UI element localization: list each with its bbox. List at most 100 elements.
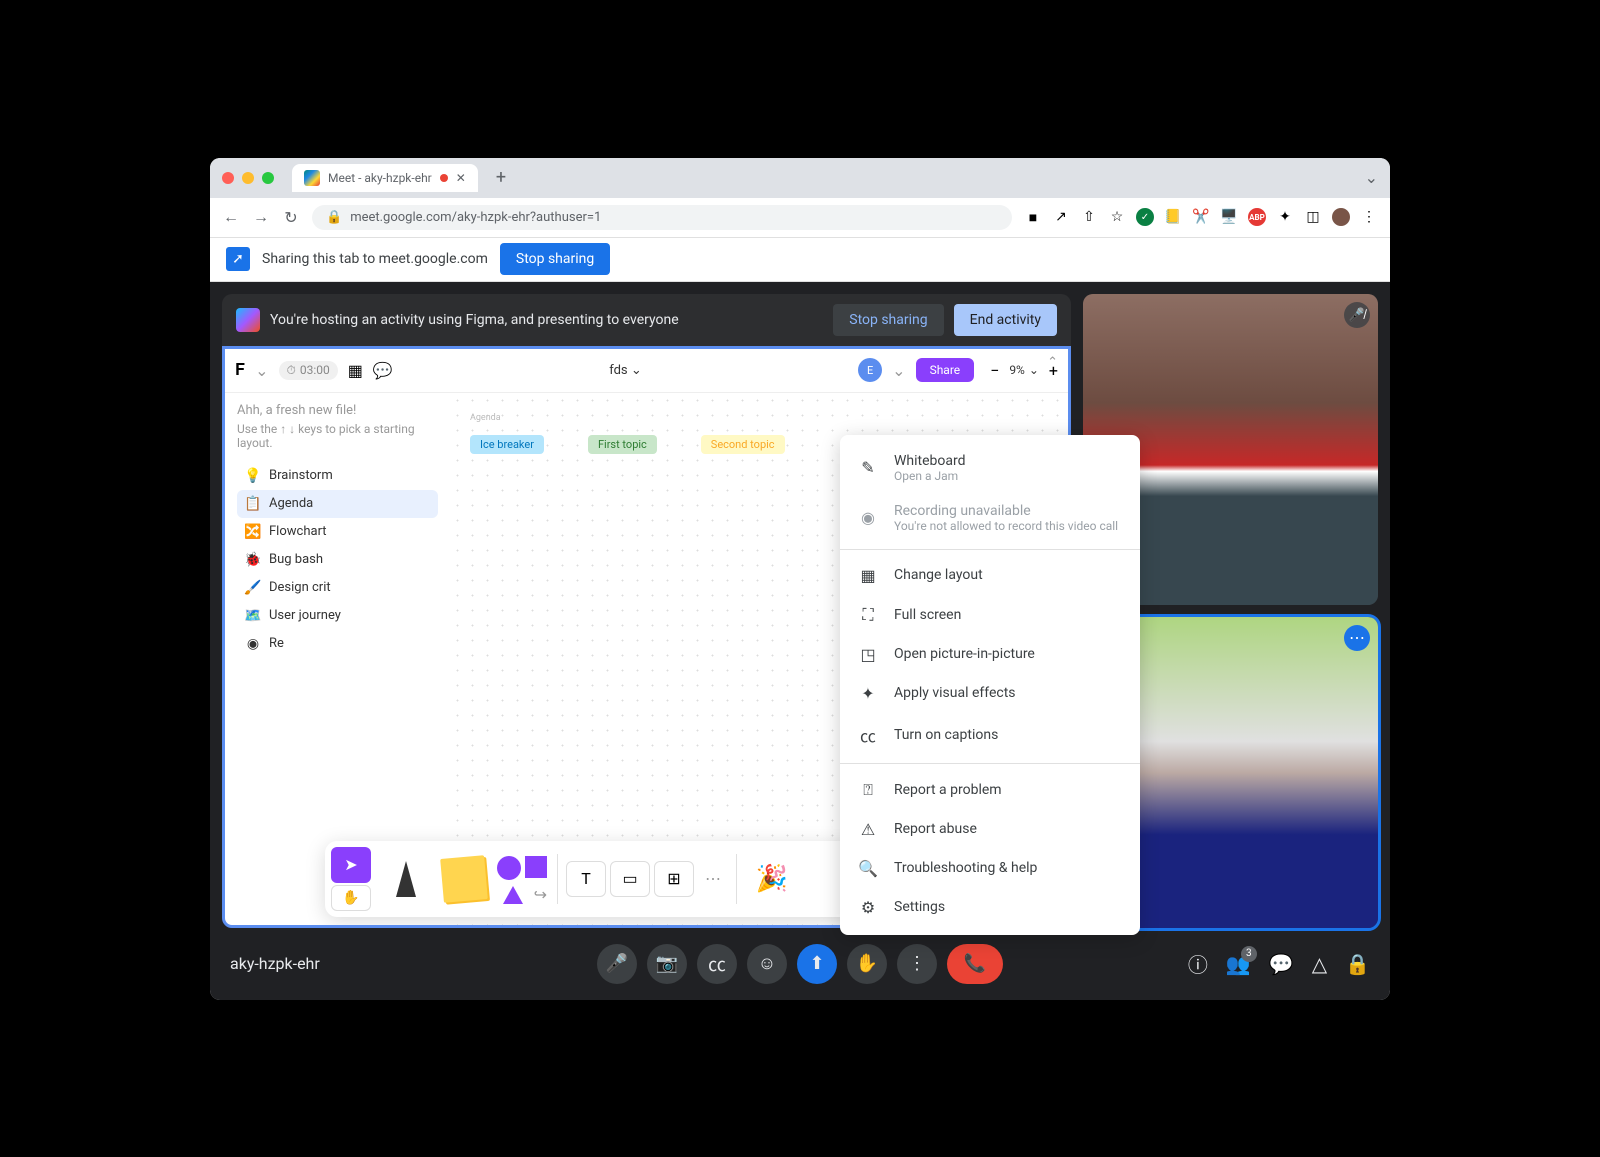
template-flowchart[interactable]: 🔀Flowchart	[237, 518, 438, 546]
bookmark-icon[interactable]: ☆	[1108, 208, 1126, 226]
maximize-window[interactable]	[262, 172, 274, 184]
zoom-level[interactable]: 9% ⌄	[1009, 363, 1039, 377]
minimize-window[interactable]	[242, 172, 254, 184]
sidepanel-icon[interactable]: ◫	[1304, 208, 1322, 226]
figma-menu-chevron-icon[interactable]: ⌄	[255, 361, 268, 380]
sticky-tool[interactable]	[437, 847, 491, 911]
more-tools[interactable]: ⋯	[698, 847, 728, 911]
new-tab-icon[interactable]: +	[496, 167, 506, 188]
host-controls-button[interactable]: 🔒	[1345, 952, 1370, 976]
forward-icon[interactable]: →	[252, 208, 270, 226]
ext-notes-icon[interactable]: 📒	[1164, 208, 1182, 226]
stamp-tool[interactable]: 🎉	[745, 847, 799, 911]
chrome-menu-icon[interactable]: ⋮	[1360, 208, 1378, 226]
address-bar: ← → ↻ 🔒 meet.google.com/aky-hzpk-ehr?aut…	[210, 198, 1390, 238]
chip-icebreaker[interactable]: Ice breaker	[470, 435, 544, 454]
open-external-icon[interactable]: ↗	[1052, 208, 1070, 226]
user-avatar[interactable]: E	[858, 358, 882, 382]
bug-icon: 🐞	[245, 552, 261, 568]
figma-share-button[interactable]: Share	[916, 358, 975, 382]
menu-report-abuse[interactable]: ⚠Report abuse	[840, 810, 1140, 849]
menu-captions[interactable]: ㏄Turn on captions	[840, 713, 1140, 757]
tile-more-icon[interactable]: ⋯	[1344, 625, 1370, 651]
chip-second-topic[interactable]: Second topic	[701, 435, 785, 454]
pencil-icon: ✎	[858, 458, 878, 477]
captions-button[interactable]: ㏄	[697, 944, 737, 984]
pencil-tool[interactable]	[379, 847, 433, 911]
browser-tab[interactable]: Meet - aky-hzpk-ehr ✕	[292, 164, 478, 192]
chat-button[interactable]: 💬	[1269, 952, 1294, 976]
select-tool[interactable]: ➤ ✋	[331, 847, 375, 911]
emoji-button[interactable]: ☺	[747, 944, 787, 984]
stop-sharing-button[interactable]: Stop sharing	[500, 243, 610, 275]
url-field[interactable]: 🔒 meet.google.com/aky-hzpk-ehr?authuser=…	[312, 205, 1012, 230]
map-icon: 🗺️	[245, 608, 261, 624]
table-tool[interactable]: ⊞	[654, 861, 694, 897]
figma-logo-icon[interactable]: 𝐅	[235, 360, 245, 380]
chip-first-topic[interactable]: First topic	[588, 435, 657, 454]
url-text: meet.google.com/aky-hzpk-ehr?authuser=1	[350, 210, 601, 225]
ext-monitor-icon[interactable]: 🖥️	[1220, 208, 1238, 226]
leave-call-button[interactable]: 📞	[947, 944, 1003, 984]
bottom-bar: aky-hzpk-ehr 🎤 📷 ㏄ ☺ ⬆ ✋ ⋮ 📞 ⓘ 👥3 💬 △ 🔒	[210, 928, 1390, 1000]
extensions-icon[interactable]: ✦	[1276, 208, 1294, 226]
section-tool[interactable]: ▭	[610, 861, 650, 897]
menu-settings[interactable]: ⚙Settings	[840, 888, 1140, 927]
template-agenda[interactable]: 📋Agenda	[237, 490, 438, 518]
text-tool[interactable]: T	[566, 861, 606, 897]
close-window[interactable]	[222, 172, 234, 184]
file-name[interactable]: fds ⌄	[403, 363, 848, 378]
activities-button[interactable]: △	[1312, 952, 1327, 976]
menu-report-problem[interactable]: ⍰Report a problem	[840, 770, 1140, 810]
right-controls: ⓘ 👥3 💬 △ 🔒	[1003, 949, 1370, 978]
bulb-icon: 💡	[245, 468, 261, 484]
warning-icon: ⚠	[858, 820, 878, 839]
screen-share-icon: ➚	[226, 247, 250, 271]
template-brainstorm[interactable]: 💡Brainstorm	[237, 462, 438, 490]
menu-troubleshooting[interactable]: 🔍Troubleshooting & help	[840, 849, 1140, 888]
ext-green-icon[interactable]: ✓	[1136, 208, 1154, 226]
tabs-dropdown-icon[interactable]: ⌄	[1365, 168, 1378, 187]
avatar-chevron-icon[interactable]: ⌄	[892, 361, 905, 380]
ext-abp-icon[interactable]: ABP	[1248, 208, 1266, 226]
stage: You're hosting an activity using Figma, …	[210, 282, 1390, 928]
camera-icon[interactable]: ■	[1024, 208, 1042, 226]
sidebar-heading: Ahh, a fresh new file!	[237, 403, 438, 418]
shape-tool[interactable]: ↪	[495, 847, 549, 911]
present-button[interactable]: ⬆	[797, 944, 837, 984]
muted-icon: 🎤̸	[1344, 302, 1370, 328]
more-options-button[interactable]: ⋮	[897, 944, 937, 984]
menu-whiteboard[interactable]: ✎ WhiteboardOpen a Jam	[840, 443, 1140, 493]
template-designcrit[interactable]: 🖌️Design crit	[237, 574, 438, 602]
record-icon: ◉	[245, 636, 261, 652]
menu-visual-effects[interactable]: ✦Apply visual effects	[840, 674, 1140, 713]
figma-icon	[236, 308, 260, 332]
info-button[interactable]: ⓘ	[1188, 949, 1208, 978]
template-re[interactable]: ◉Re	[237, 630, 438, 658]
collapse-icon[interactable]: ⌃	[1047, 355, 1058, 370]
template-bugbash[interactable]: 🐞Bug bash	[237, 546, 438, 574]
layout-icon[interactable]: ▦	[348, 361, 363, 380]
share-icon[interactable]: ⇧	[1080, 208, 1098, 226]
profile-avatar[interactable]	[1332, 208, 1350, 226]
camera-button[interactable]: 📷	[647, 944, 687, 984]
close-tab-icon[interactable]: ✕	[456, 171, 466, 185]
pencil-icon	[396, 861, 416, 897]
comment-icon[interactable]: 💬	[373, 361, 393, 380]
zoom-out-icon[interactable]: −	[990, 361, 999, 380]
people-button[interactable]: 👥3	[1226, 952, 1251, 976]
template-userjourney[interactable]: 🗺️User journey	[237, 602, 438, 630]
menu-change-layout[interactable]: ▦Change layout	[840, 556, 1140, 595]
menu-fullscreen[interactable]: ⛶Full screen	[840, 595, 1140, 635]
timer[interactable]: ⏱03:00	[279, 361, 338, 380]
ext-scissors-icon[interactable]: ✂️	[1192, 208, 1210, 226]
mic-button[interactable]: 🎤	[597, 944, 637, 984]
tab-sharing-bar: ➚ Sharing this tab to meet.google.com St…	[210, 238, 1390, 282]
menu-pip[interactable]: ◳Open picture-in-picture	[840, 635, 1140, 674]
reload-icon[interactable]: ↻	[282, 208, 300, 226]
end-activity-button[interactable]: End activity	[954, 304, 1057, 336]
back-icon[interactable]: ←	[222, 208, 240, 226]
raise-hand-button[interactable]: ✋	[847, 944, 887, 984]
activity-stop-button[interactable]: Stop sharing	[833, 304, 943, 336]
sharing-text: Sharing this tab to meet.google.com	[262, 251, 488, 267]
